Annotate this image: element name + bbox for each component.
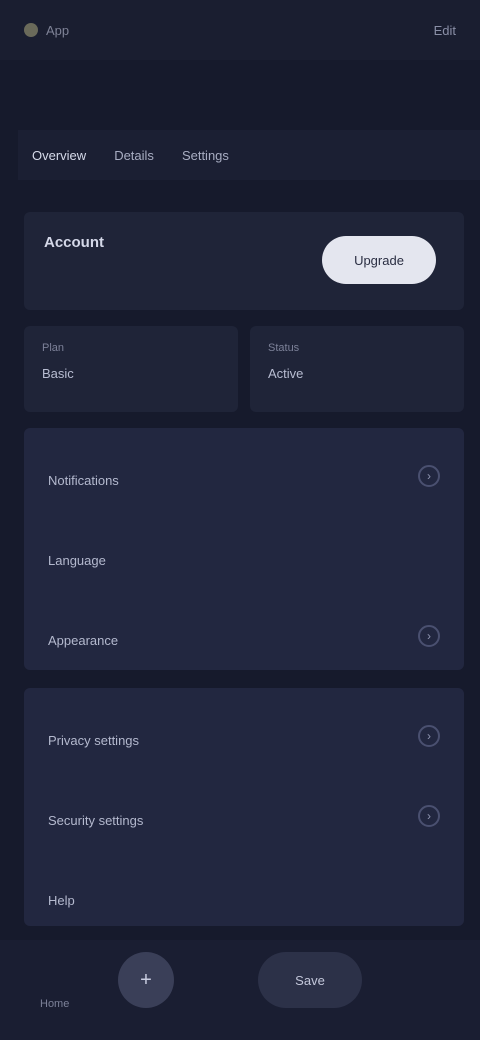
row-label: Notifications [48, 472, 119, 488]
list-item[interactable]: Language [48, 516, 440, 596]
chevron-right-icon: › [418, 805, 440, 827]
stat-label: Plan [42, 342, 65, 354]
brand[interactable]: App [24, 23, 69, 38]
edit-button[interactable]: Edit [434, 23, 456, 38]
settings-section-account: Privacy settings › Security settings › H… [24, 688, 464, 926]
tab-overview[interactable]: Overview [32, 148, 86, 163]
app-root: App Edit Overview Details Settings Accou… [0, 0, 480, 1040]
add-icon[interactable]: + [118, 952, 174, 1008]
stat-card-status[interactable]: Status Active [250, 326, 464, 412]
row-label: Language [48, 552, 106, 568]
chevron-right-icon: › [418, 465, 440, 487]
top-bar: App Edit [0, 0, 480, 60]
row-label: Privacy settings [48, 732, 140, 748]
row-label: Appearance [48, 632, 119, 648]
chevron-right-icon: › [418, 725, 440, 747]
list-item[interactable]: Security settings › [48, 776, 440, 856]
list-item[interactable]: Appearance › [48, 596, 440, 676]
list-item[interactable]: Help [48, 856, 440, 936]
bottom-nav: Home + Save [0, 940, 480, 1040]
tab-bar: Overview Details Settings [18, 130, 480, 180]
stat-value: Active [268, 366, 304, 381]
hero-card: Account Upgrade [24, 212, 464, 310]
nav-home[interactable]: Home [40, 998, 69, 1010]
row-label: Security settings [48, 812, 144, 828]
stat-card-plan[interactable]: Plan Basic [24, 326, 238, 412]
settings-section-general: Notifications › Language Appearance › [24, 428, 464, 670]
stat-value: Basic [42, 366, 74, 381]
list-item[interactable]: Notifications › [48, 436, 440, 516]
logo-icon [24, 23, 38, 37]
tab-settings[interactable]: Settings [182, 148, 229, 163]
save-button[interactable]: Save [258, 952, 362, 1008]
row-label: Help [48, 892, 75, 908]
tab-details[interactable]: Details [114, 148, 154, 163]
stat-label: Status [268, 342, 300, 354]
brand-name: App [46, 22, 70, 38]
chevron-right-icon: › [418, 625, 440, 647]
upgrade-button[interactable]: Upgrade [322, 236, 436, 284]
list-item[interactable]: Privacy settings › [48, 696, 440, 776]
stats-row: Plan Basic Status Active [24, 326, 464, 412]
